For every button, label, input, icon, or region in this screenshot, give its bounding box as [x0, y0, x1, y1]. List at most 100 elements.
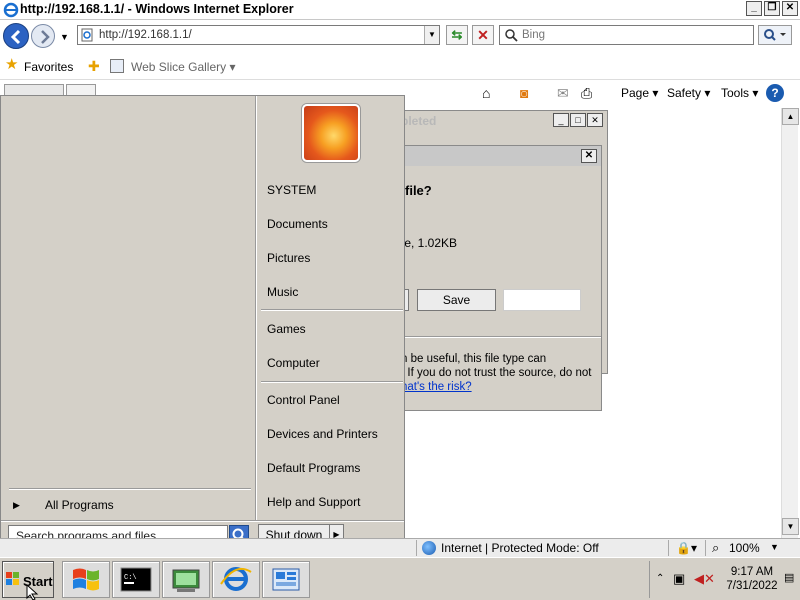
- home-icon[interactable]: ⌂: [482, 85, 490, 101]
- mail-icon[interactable]: ✉: [557, 85, 569, 102]
- refresh-button[interactable]: ⇆: [446, 25, 468, 45]
- file-download-titlebar: [397, 146, 601, 166]
- taskbar: Start C:\ ⌃ ▣ ◀✕ 9:17 AM 7/31/2022 ▤: [0, 557, 800, 600]
- system-tray: ⌃ ▣ ◀✕ 9:17 AM 7/31/2022 ▤: [649, 561, 799, 598]
- url-text[interactable]: http://192.168.1.1/: [99, 29, 192, 41]
- internet-explorer-icon: [220, 567, 252, 591]
- clock-date: 7/31/2022: [726, 580, 778, 592]
- ie-title-bar: http://192.168.1.1/ - Windows Internet E…: [0, 0, 800, 20]
- recent-pages-dropdown-icon[interactable]: ▼: [60, 32, 69, 42]
- cancel-button[interactable]: [503, 289, 581, 311]
- file-download-close-button[interactable]: ✕: [581, 149, 597, 163]
- maximize-button[interactable]: ❐: [764, 1, 780, 16]
- ie-logo-icon: [3, 2, 19, 18]
- rss-feed-icon[interactable]: ◙: [520, 85, 528, 101]
- safety-menu[interactable]: Safety ▾: [667, 86, 710, 100]
- search-input[interactable]: Bing: [499, 25, 754, 45]
- show-desktop-icon[interactable]: ▤: [784, 571, 794, 584]
- all-programs-separator: [9, 488, 251, 490]
- start-item-control-panel[interactable]: Control Panel: [267, 393, 340, 407]
- search-icon: [505, 29, 518, 42]
- taskbar-windows-explorer[interactable]: [62, 561, 110, 598]
- all-programs-arrow-icon[interactable]: ▶: [13, 500, 20, 511]
- dialog-separator: [397, 336, 601, 338]
- address-row: ▼ http://192.168.1.1/ ▼ ⇆ ✕ Bing: [0, 20, 800, 52]
- start-menu-bottom-separator: [1, 520, 404, 522]
- security-warning: n be useful, this file type can . If you…: [401, 352, 592, 394]
- dialog-close-button[interactable]: ✕: [587, 113, 603, 127]
- start-item-devices-and-printers[interactable]: Devices and Printers: [267, 427, 378, 441]
- start-item-games[interactable]: Games: [267, 322, 306, 336]
- file-download-question: file?: [405, 183, 432, 198]
- zoom-dropdown-icon[interactable]: ▼: [770, 542, 779, 552]
- back-button[interactable]: [3, 23, 29, 49]
- start-item-documents[interactable]: Documents: [267, 217, 328, 231]
- start-item-pictures[interactable]: Pictures: [267, 251, 310, 265]
- download-progress-title: pleted: [401, 114, 437, 128]
- start-menu-divider: [255, 96, 257, 520]
- address-bar[interactable]: http://192.168.1.1/ ▼: [77, 25, 440, 45]
- print-icon[interactable]: ⎙: [581, 85, 592, 102]
- stop-button[interactable]: ✕: [472, 25, 494, 45]
- show-hidden-icons-icon[interactable]: ⌃: [656, 573, 664, 584]
- right-pane-separator: [261, 309, 403, 311]
- favorites-star-icon[interactable]: ★: [5, 57, 18, 72]
- magnifier-icon: [764, 29, 786, 41]
- page-menu[interactable]: Page ▾: [621, 86, 658, 100]
- url-dropdown-icon[interactable]: ▼: [424, 26, 439, 44]
- clock[interactable]: 9:17 AM 7/31/2022: [712, 565, 792, 593]
- security-zone-text: Internet | Protected Mode: Off: [441, 541, 599, 555]
- help-icon[interactable]: ?: [766, 84, 784, 102]
- scroll-up-icon[interactable]: ▲: [782, 108, 799, 125]
- start-item-default-programs[interactable]: Default Programs: [267, 461, 360, 475]
- taskbar-internet-explorer[interactable]: [212, 561, 260, 598]
- taskbar-server-manager[interactable]: [162, 561, 210, 598]
- zoom-icon[interactable]: ⌕: [712, 540, 719, 556]
- forward-arrow-icon: [41, 30, 50, 44]
- dialog-maximize-button[interactable]: □: [570, 113, 586, 127]
- favorites-button[interactable]: Favorites: [24, 60, 73, 74]
- search-go-button[interactable]: [758, 25, 792, 45]
- scroll-down-icon[interactable]: ▼: [782, 518, 799, 535]
- vertical-scrollbar[interactable]: ▲ ▼: [781, 108, 799, 538]
- right-pane-separator: [261, 381, 403, 383]
- back-arrow-icon: [10, 29, 21, 45]
- start-item-computer[interactable]: Computer: [267, 356, 320, 370]
- favorites-bar: ★ Favorites ✚ Web Slice Gallery ▾: [0, 52, 800, 80]
- mouse-cursor-icon: [26, 584, 39, 600]
- window-title: http://192.168.1.1/ - Windows Internet E…: [20, 2, 294, 16]
- status-divider: [668, 540, 669, 556]
- start-item-music[interactable]: Music: [267, 285, 298, 299]
- windows-flag-icon: [73, 568, 99, 591]
- protected-mode-icon[interactable]: 🔒▾: [676, 541, 697, 555]
- windows-logo-icon: [6, 572, 19, 585]
- dialog-minimize-button[interactable]: _: [553, 113, 569, 127]
- zoom-level[interactable]: 100%: [729, 541, 760, 555]
- web-slice-gallery-link[interactable]: Web Slice Gallery ▾: [131, 60, 236, 74]
- tools-menu[interactable]: Tools ▾: [721, 86, 758, 100]
- add-to-favorites-icon[interactable]: ✚: [88, 58, 100, 75]
- file-size-text: te, 1.02KB: [401, 236, 458, 250]
- close-button[interactable]: ✕: [782, 1, 798, 16]
- whats-the-risk-link[interactable]: hat's the risk?: [401, 381, 472, 393]
- user-picture[interactable]: [302, 104, 360, 162]
- clock-time: 9:17 AM: [730, 566, 774, 578]
- all-programs-button[interactable]: All Programs: [45, 498, 114, 512]
- status-bar: Internet | Protected Mode: Off 🔒▾ ⌕ 100%…: [0, 538, 800, 557]
- taskbar-app[interactable]: [262, 561, 310, 598]
- start-item-help-and-support[interactable]: Help and Support: [267, 495, 360, 509]
- web-slice-icon: [110, 59, 124, 73]
- server-manager-icon: [172, 569, 200, 592]
- start-menu: SYSTEM Documents Pictures Music Games Co…: [0, 95, 405, 553]
- status-divider: [416, 540, 417, 556]
- taskbar-command-prompt[interactable]: C:\: [112, 561, 160, 598]
- network-icon[interactable]: ▣: [673, 571, 685, 587]
- forward-button[interactable]: [31, 24, 55, 48]
- command-prompt-icon: C:\: [120, 567, 152, 592]
- save-button[interactable]: Save: [417, 289, 496, 311]
- start-item-system[interactable]: SYSTEM: [267, 183, 316, 197]
- minimize-button[interactable]: _: [746, 1, 762, 16]
- control-panel-icon: [272, 568, 300, 591]
- svg-text:C:\: C:\: [124, 574, 137, 582]
- programs-pane: [3, 98, 255, 518]
